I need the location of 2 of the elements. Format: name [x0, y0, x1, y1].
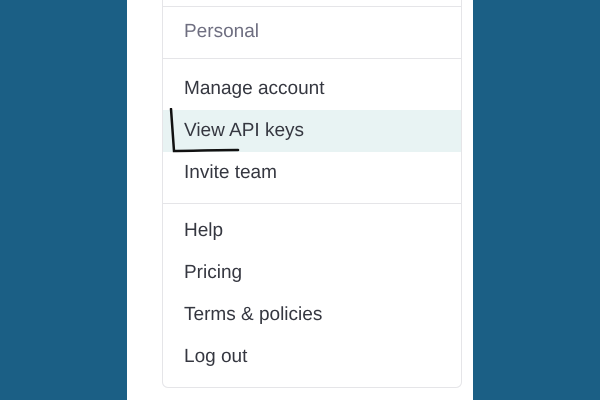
menu-item[interactable]: View API keys	[163, 110, 461, 152]
section-header: Personal	[184, 20, 259, 44]
